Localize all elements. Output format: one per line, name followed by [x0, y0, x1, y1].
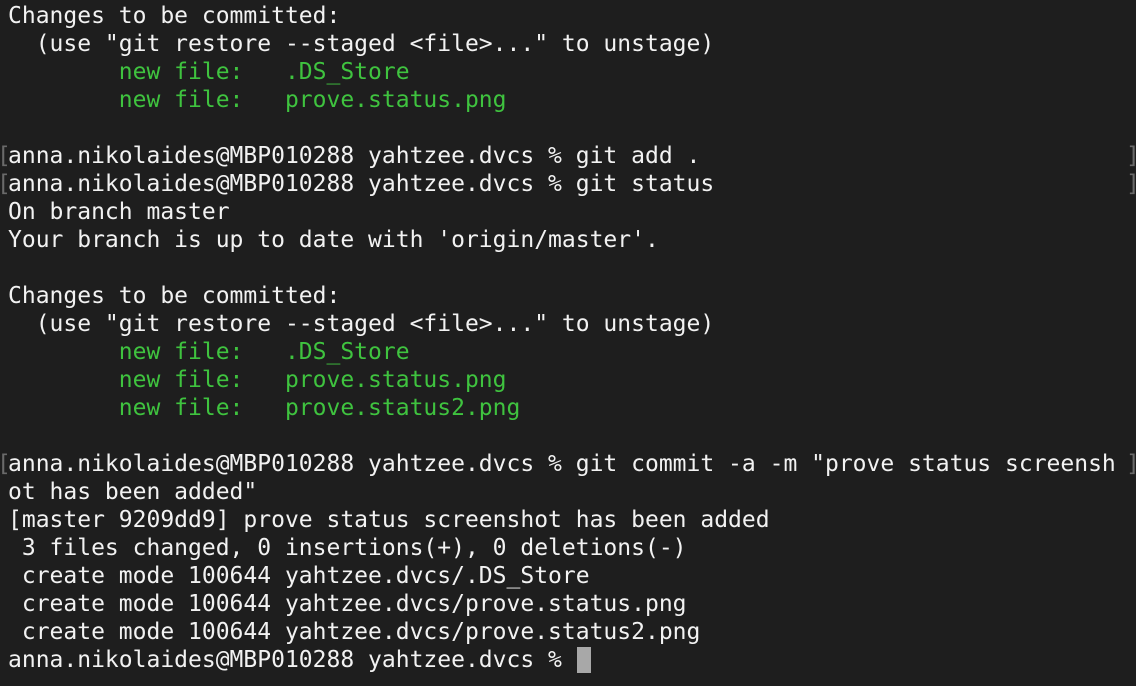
terminal-line: 3 files changed, 0 insertions(+), 0 dele…: [8, 535, 687, 561]
terminal-line: create mode 100644 yahtzee.dvcs/prove.st…: [8, 591, 687, 617]
command-line: anna.nikolaides@MBP010288 yahtzee.dvcs %…: [8, 451, 1116, 477]
command-line: anna.nikolaides@MBP010288 yahtzee.dvcs %…: [8, 143, 701, 169]
staged-file-line: new file: prove.status.png: [8, 87, 507, 113]
terminal-line: create mode 100644 yahtzee.dvcs/prove.st…: [8, 619, 701, 645]
terminal-window[interactable]: Changes to be committed: (use "git resto…: [0, 0, 1136, 686]
terminal-line: On branch master: [8, 199, 230, 225]
terminal-line: Changes to be committed:: [8, 283, 341, 309]
terminal-line: create mode 100644 yahtzee.dvcs/.DS_Stor…: [8, 563, 590, 589]
line-mark-right: ]: [1126, 142, 1136, 170]
staged-file-line: new file: prove.status.png: [8, 367, 507, 393]
shell-prompt: anna.nikolaides@MBP010288 yahtzee.dvcs %: [8, 647, 576, 673]
staged-file-line: new file: .DS_Store: [8, 339, 410, 365]
active-prompt-line[interactable]: anna.nikolaides@MBP010288 yahtzee.dvcs %: [8, 646, 591, 674]
terminal-line: [master 9209dd9] prove status screenshot…: [8, 507, 770, 533]
staged-file-line: new file: .DS_Store: [8, 59, 410, 85]
terminal-line: ot has been added": [8, 479, 258, 505]
terminal-line: (use "git restore --staged <file>..." to…: [8, 311, 715, 337]
text-cursor: [576, 647, 591, 673]
terminal-line: Your branch is up to date with 'origin/m…: [8, 227, 659, 253]
terminal-line: (use "git restore --staged <file>..." to…: [8, 31, 715, 57]
staged-file-line: new file: prove.status2.png: [8, 395, 521, 421]
line-mark-right: ]: [1126, 450, 1136, 478]
line-mark-right: ]: [1126, 170, 1136, 198]
command-line: anna.nikolaides@MBP010288 yahtzee.dvcs %…: [8, 171, 715, 197]
terminal-line: Changes to be committed:: [8, 3, 341, 29]
